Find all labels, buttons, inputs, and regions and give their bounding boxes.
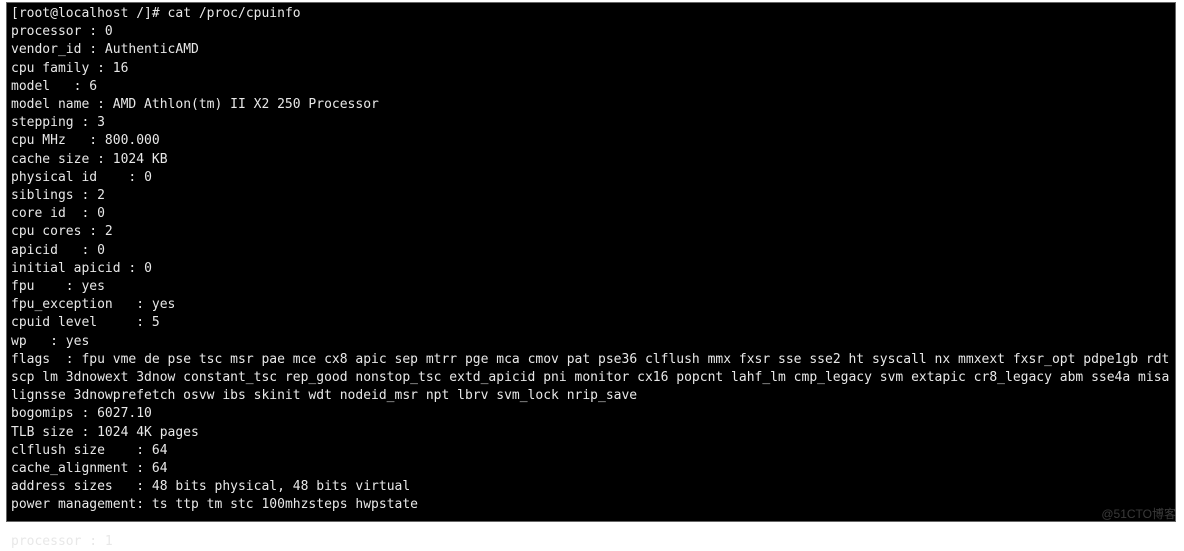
cpuinfo-line-apicid: apicid : 0	[11, 243, 105, 258]
terminal-window[interactable]: [root@localhost /]# cat /proc/cpuinfo pr…	[6, 2, 1176, 522]
cpuinfo-line-bogomips: bogomips : 6027.10	[11, 406, 152, 421]
cpuinfo-line-initial-apicid: initial apicid : 0	[11, 261, 152, 276]
cpuinfo-line-fpu-exception: fpu_exception : yes	[11, 297, 175, 312]
cpuinfo-line-model: model : 6	[11, 79, 97, 94]
cpuinfo-line-cpu-cores: cpu cores : 2	[11, 224, 113, 239]
cpuinfo-line-processor: processor : 0	[11, 24, 113, 39]
cpuinfo-line-cache-size: cache size : 1024 KB	[11, 152, 168, 167]
cpuinfo-line-clflush-size: clflush size : 64	[11, 443, 168, 458]
cpuinfo-line-address-sizes: address sizes : 48 bits physical, 48 bit…	[11, 479, 410, 494]
cpuinfo-line-cpu-family: cpu family : 16	[11, 61, 128, 76]
cpuinfo-line-wp: wp : yes	[11, 334, 89, 349]
cpuinfo-line-physical-id: physical id : 0	[11, 170, 152, 185]
cpuinfo-line-next-processor: processor : 1	[11, 534, 113, 549]
cpuinfo-line-power-management: power management: ts ttp tm stc 100mhzst…	[11, 497, 418, 512]
cpuinfo-line-cpuid-level: cpuid level : 5	[11, 315, 160, 330]
cpuinfo-line-cache-alignment: cache_alignment : 64	[11, 461, 168, 476]
command-text: cat /proc/cpuinfo	[168, 6, 301, 21]
cpuinfo-line-fpu: fpu : yes	[11, 279, 105, 294]
cpuinfo-line-core-id: core id : 0	[11, 206, 105, 221]
shell-prompt: [root@localhost /]#	[11, 6, 168, 21]
cpuinfo-line-model-name: model name : AMD Athlon(tm) II X2 250 Pr…	[11, 97, 379, 112]
cpuinfo-line-vendor-id: vendor_id : AuthenticAMD	[11, 42, 199, 57]
cpuinfo-line-siblings: siblings : 2	[11, 188, 105, 203]
cpuinfo-line-cpu-mhz: cpu MHz : 800.000	[11, 133, 160, 148]
cpuinfo-line-flags: flags : fpu vme de pse tsc msr pae mce c…	[11, 352, 1169, 403]
cpuinfo-line-tlb-size: TLB size : 1024 4K pages	[11, 425, 199, 440]
cpuinfo-line-stepping: stepping : 3	[11, 115, 105, 130]
